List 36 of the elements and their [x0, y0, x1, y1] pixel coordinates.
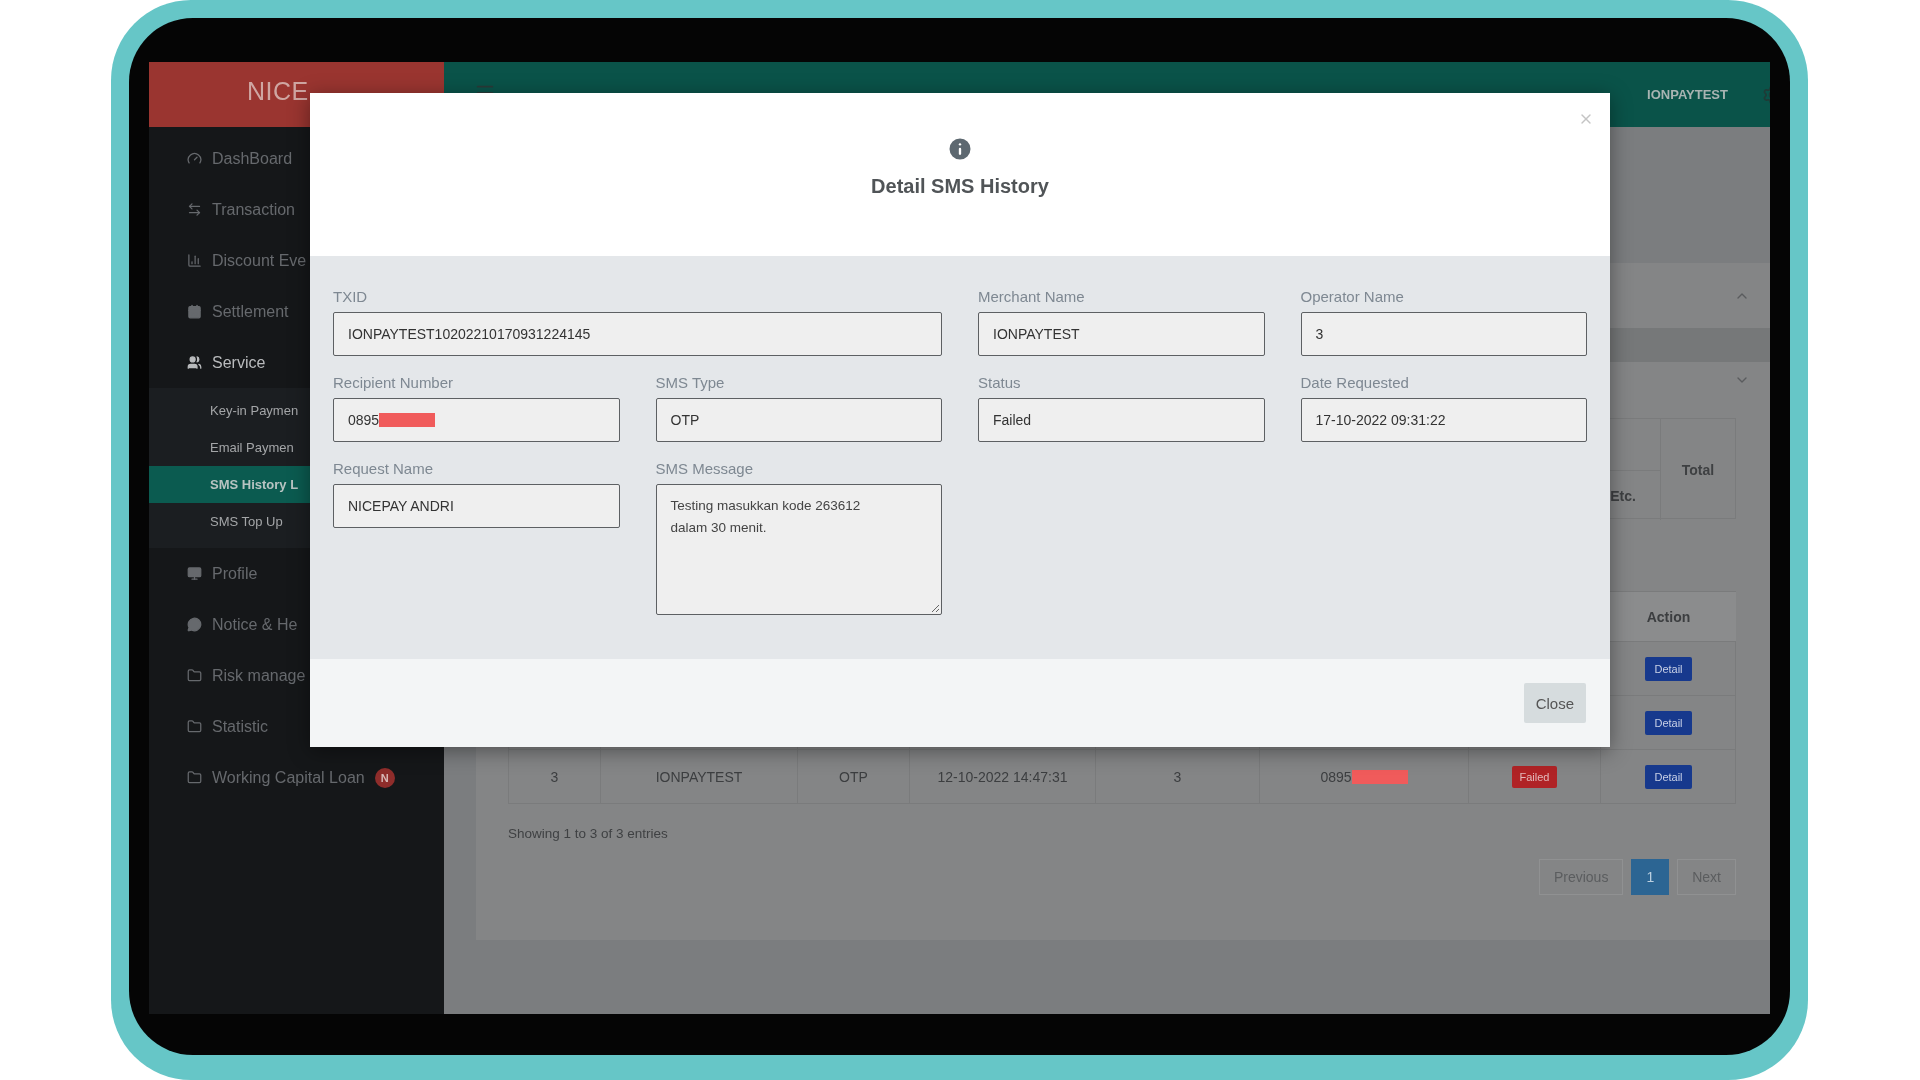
- input-field[interactable]: 17-10-2022 09:31:22: [1300, 398, 1587, 442]
- entries-info: Showing 1 to 3 of 3 entries: [508, 826, 669, 841]
- table-cell: 3: [509, 749, 601, 803]
- logo: NICE: [247, 77, 309, 106]
- sidebar-item[interactable]: Working Capital Loan N: [149, 752, 444, 803]
- modal-title: Detail SMS History: [871, 175, 1049, 198]
- field-label: Operator Name: [1300, 288, 1405, 305]
- new-badge: N: [374, 767, 395, 788]
- field-label: Date Requested: [1300, 374, 1410, 391]
- user-name[interactable]: IONPAYTEST: [1647, 87, 1728, 102]
- input-field[interactable]: 3: [1300, 312, 1587, 356]
- table-header: Total: [1660, 419, 1735, 520]
- detail-button[interactable]: Detail: [1645, 656, 1692, 681]
- field-label: SMS Message: [655, 460, 755, 477]
- input-field[interactable]: NICEPAY ANDRI: [333, 484, 620, 528]
- close-button[interactable]: Close: [1523, 683, 1586, 723]
- input-field[interactable]: IONPAYTEST: [978, 312, 1265, 356]
- table-cell: 12-10-2022 14:47:31: [910, 749, 1096, 803]
- input-field[interactable]: Failed: [978, 398, 1265, 442]
- field-label: Status: [978, 374, 1022, 391]
- phone-number: 0895: [1320, 768, 1352, 785]
- page-button[interactable]: 1: [1631, 859, 1670, 895]
- status-badge: Failed: [1511, 765, 1558, 788]
- table-cell: OTP: [798, 749, 910, 803]
- table-cell: IONPAYTEST: [601, 749, 798, 803]
- detail-button[interactable]: Detail: [1645, 710, 1692, 735]
- input-field[interactable]: IONPAYTEST10202210170931224145: [333, 312, 942, 356]
- input-field[interactable]: OTP: [655, 398, 942, 442]
- table-cell: 3: [1096, 749, 1260, 803]
- field-label: Recipient Number: [333, 374, 455, 391]
- field-label: Merchant Name: [978, 288, 1086, 305]
- field-label: SMS Type: [655, 374, 726, 391]
- message-field[interactable]: Testing masukkan kode 263612 dalam 30 menit.: [655, 484, 942, 615]
- input-field[interactable]: 0895: [333, 398, 620, 442]
- detail-button[interactable]: Detail: [1645, 764, 1692, 789]
- field-label: TXID: [333, 288, 369, 305]
